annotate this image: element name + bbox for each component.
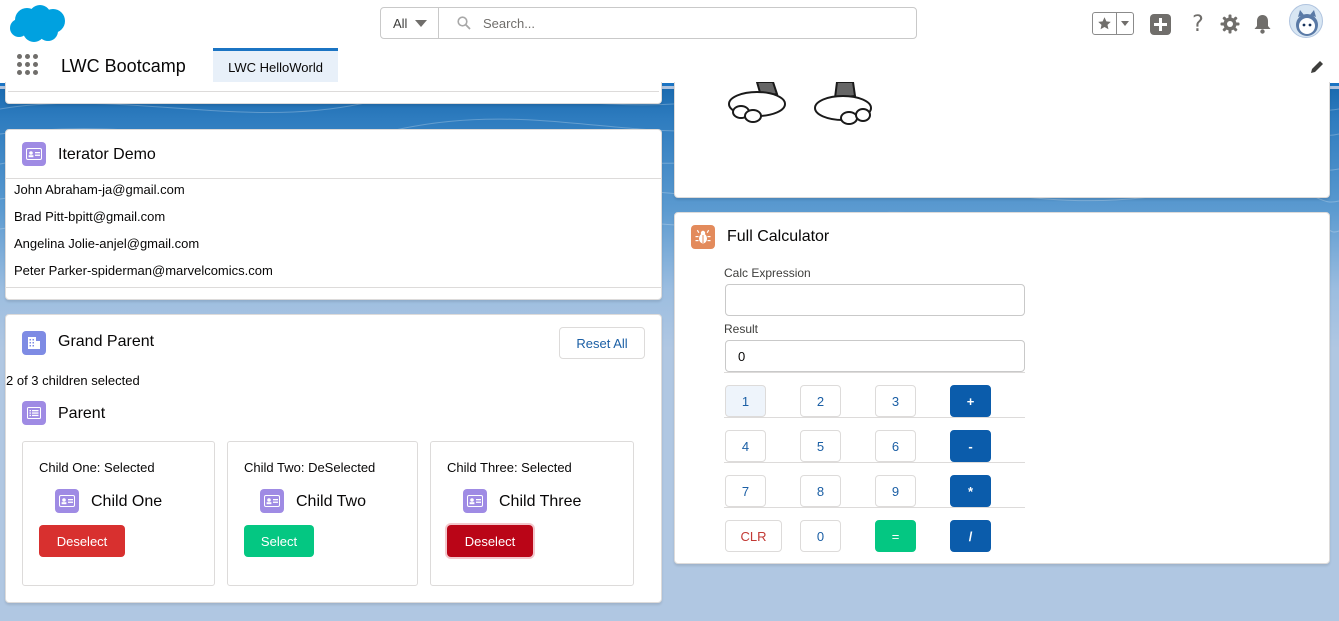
tab-lwc-helloworld[interactable]: LWC HelloWorld xyxy=(213,48,338,83)
child-name: Child Three xyxy=(499,493,582,510)
card-title: Iterator Demo xyxy=(58,146,156,163)
list-item: Angelina Jolie-anjel@gmail.com xyxy=(14,236,200,251)
card-title: Full Calculator xyxy=(727,228,830,245)
cartoon-feet-image xyxy=(728,82,872,125)
full-calculator-card: Full Calculator xyxy=(674,212,1330,564)
divider xyxy=(724,372,1025,373)
key-6[interactable]: 6 xyxy=(875,430,916,462)
gear-icon xyxy=(1220,14,1240,34)
key-5[interactable]: 5 xyxy=(800,430,841,462)
divider xyxy=(724,462,1025,463)
astro-avatar-icon xyxy=(1296,10,1318,36)
calc-expression-input[interactable] xyxy=(725,284,1025,316)
notifications-button[interactable] xyxy=(1250,12,1274,36)
deselect-button[interactable]: Deselect xyxy=(39,525,125,557)
search-input[interactable] xyxy=(483,15,883,31)
deselect-button[interactable]: Deselect xyxy=(447,525,533,557)
global-search: All xyxy=(380,7,917,39)
divider xyxy=(6,287,661,288)
child-status: Child One: Selected xyxy=(39,460,155,475)
child-status: Child Two: DeSelected xyxy=(244,460,376,475)
child-status: Child Three: Selected xyxy=(447,460,572,475)
contact-card-icon xyxy=(260,489,284,513)
selection-summary: 2 of 3 children selected xyxy=(6,373,140,388)
child-card-one: Child One: Selected Child One Deselect xyxy=(22,441,215,586)
help-button[interactable]: ? xyxy=(1186,11,1210,37)
parent-title: Parent xyxy=(58,405,106,422)
favorites-button-group xyxy=(1092,12,1134,35)
reset-all-button[interactable]: Reset All xyxy=(559,327,645,359)
favorites-button[interactable] xyxy=(1093,13,1117,34)
user-avatar[interactable] xyxy=(1289,4,1323,38)
building-icon xyxy=(22,331,46,355)
previous-card xyxy=(5,82,662,104)
navigation-bar: LWC Bootcamp LWC HelloWorld xyxy=(0,48,1339,86)
bug-icon xyxy=(691,225,715,249)
child-card-three: Child Three: Selected Child Three Desele… xyxy=(430,441,634,586)
contact-card-icon xyxy=(55,489,79,513)
list-item: Brad Pitt-bpitt@gmail.com xyxy=(14,209,166,224)
key-0[interactable]: 0 xyxy=(800,520,841,552)
child-name: Child One xyxy=(91,493,163,510)
plus-icon xyxy=(1149,13,1171,35)
key-divide[interactable]: / xyxy=(950,520,991,552)
divider xyxy=(8,91,659,92)
divider xyxy=(724,507,1025,508)
divider xyxy=(6,178,661,179)
pencil-icon[interactable] xyxy=(1309,59,1325,75)
search-field xyxy=(439,8,916,38)
key-9[interactable]: 9 xyxy=(875,475,916,507)
search-scope-label: All xyxy=(393,15,408,31)
list-icon xyxy=(22,401,46,425)
key-plus[interactable]: + xyxy=(950,385,991,417)
key-2[interactable]: 2 xyxy=(800,385,841,417)
key-minus[interactable]: - xyxy=(950,430,991,462)
salesforce-logo[interactable] xyxy=(9,4,67,44)
star-icon xyxy=(1098,17,1111,30)
contact-card-icon xyxy=(463,489,487,513)
select-button[interactable]: Select xyxy=(244,525,314,557)
app-launcher-icon[interactable] xyxy=(17,54,39,76)
hello-world-image-card xyxy=(674,82,1330,198)
result-field: 0 xyxy=(725,340,1025,372)
contact-card-icon xyxy=(22,142,46,166)
setup-button[interactable] xyxy=(1218,12,1242,36)
key-multiply[interactable]: * xyxy=(950,475,991,507)
child-card-two: Child Two: DeSelected Child Two Select xyxy=(227,441,418,586)
search-icon xyxy=(457,16,471,30)
calc-expression-label: Calc Expression xyxy=(724,266,811,280)
favorites-list-button[interactable] xyxy=(1117,13,1133,34)
grand-parent-card: Grand Parent Reset All 2 of 3 children s… xyxy=(5,314,662,603)
divider xyxy=(724,417,1025,418)
key-8[interactable]: 8 xyxy=(800,475,841,507)
app-name: LWC Bootcamp xyxy=(61,56,186,76)
list-item: John Abraham-ja@gmail.com xyxy=(14,182,185,197)
key-4[interactable]: 4 xyxy=(725,430,766,462)
child-name: Child Two xyxy=(296,493,366,510)
global-actions-button[interactable] xyxy=(1148,12,1172,36)
key-1[interactable]: 1 xyxy=(725,385,766,417)
chevron-down-icon xyxy=(1121,21,1129,26)
search-scope-select[interactable]: All xyxy=(381,8,439,38)
list-item: Peter Parker-spiderman@marvelcomics.com xyxy=(14,263,273,278)
iterator-demo-card: Iterator Demo John Abraham-ja@gmail.com … xyxy=(5,129,662,300)
key-7[interactable]: 7 xyxy=(725,475,766,507)
key-clear[interactable]: CLR xyxy=(725,520,782,552)
chevron-down-icon xyxy=(415,19,428,27)
result-label: Result xyxy=(724,322,759,336)
card-title: Grand Parent xyxy=(58,333,155,350)
help-icon: ? xyxy=(1192,11,1204,37)
key-equals[interactable]: = xyxy=(875,520,916,552)
key-3[interactable]: 3 xyxy=(875,385,916,417)
bell-icon xyxy=(1254,15,1270,34)
global-header: All ? xyxy=(0,0,1339,48)
